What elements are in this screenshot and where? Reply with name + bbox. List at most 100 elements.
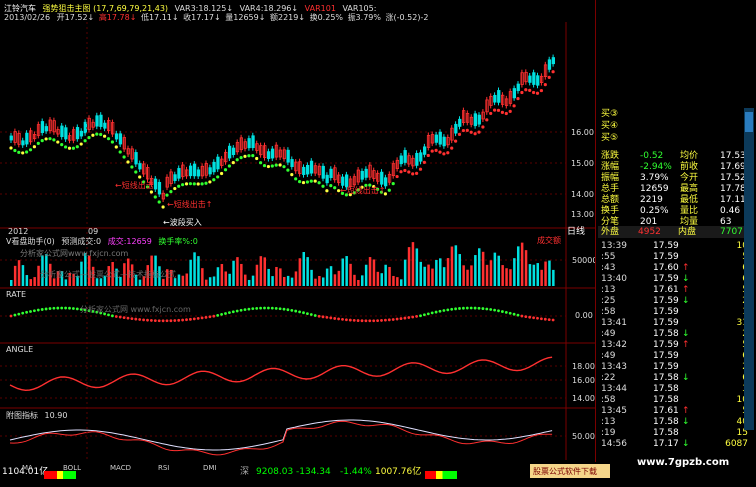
candle-body bbox=[83, 121, 87, 134]
rate-dot bbox=[189, 317, 192, 321]
signal-dot bbox=[282, 165, 286, 169]
rate-dot bbox=[56, 306, 60, 310]
volume-bar bbox=[337, 270, 341, 286]
volume-bar bbox=[189, 259, 192, 286]
rate-dot bbox=[239, 308, 243, 312]
signal-dot bbox=[454, 139, 458, 143]
volume-bar bbox=[407, 247, 411, 286]
volume-bar bbox=[415, 248, 419, 286]
signal-dot bbox=[83, 139, 87, 143]
sub-pane-title: 附图指标 bbox=[6, 411, 38, 420]
rate-dot bbox=[547, 318, 551, 322]
volume-bar bbox=[528, 264, 532, 286]
rate-dot bbox=[551, 318, 555, 322]
rate-dot bbox=[356, 319, 360, 322]
buy-row-3: 买③ bbox=[601, 109, 619, 119]
volume-bar bbox=[13, 265, 17, 286]
rate-dot bbox=[142, 318, 146, 322]
volume-bar bbox=[442, 267, 446, 286]
volume-bar bbox=[462, 265, 465, 286]
candle-body bbox=[173, 174, 177, 181]
signal-dot bbox=[477, 130, 481, 134]
candle-body bbox=[458, 118, 462, 127]
signal-dot bbox=[106, 137, 111, 141]
signal-dot bbox=[200, 182, 204, 186]
volume-bar bbox=[259, 256, 263, 286]
day-line-tab[interactable]: 日线 bbox=[567, 228, 585, 237]
signal-dot bbox=[67, 146, 72, 150]
signal-dot bbox=[294, 177, 298, 181]
signal-dot bbox=[32, 145, 37, 149]
candle-body bbox=[360, 170, 364, 180]
candle-body bbox=[153, 178, 158, 190]
rate-dot bbox=[267, 306, 270, 310]
signal-dot bbox=[391, 182, 395, 186]
rate-pane-title: RATE bbox=[6, 290, 27, 299]
candle-body bbox=[532, 72, 536, 85]
rate-dot bbox=[524, 315, 528, 319]
signal-dot bbox=[520, 90, 524, 95]
ad-box[interactable]: 股票公式软件下载 bbox=[530, 464, 610, 478]
signal-dot bbox=[52, 138, 56, 142]
volume-bar bbox=[470, 265, 473, 286]
rate-dot bbox=[235, 309, 239, 313]
signal-dot bbox=[64, 145, 68, 149]
volume-bar bbox=[364, 264, 368, 286]
volume-bar bbox=[283, 276, 286, 286]
volume-bar bbox=[52, 278, 56, 286]
signal-dot bbox=[161, 205, 165, 209]
rate-dot bbox=[185, 318, 188, 322]
rate-dot bbox=[501, 310, 504, 313]
price-ylabel-16: 16.00 bbox=[571, 128, 594, 137]
indicator-tab-macd[interactable]: MACD bbox=[110, 464, 131, 473]
annotation-short-3: ←短线出击↑ bbox=[340, 186, 386, 195]
rate-dot bbox=[477, 306, 481, 310]
candle-body bbox=[231, 147, 236, 155]
sub-line-2 bbox=[9, 420, 553, 456]
volume-bar bbox=[267, 268, 270, 286]
volume-bar bbox=[318, 275, 321, 286]
signal-dot bbox=[165, 193, 169, 197]
shen-breadth-bar bbox=[425, 471, 457, 479]
volume-bar bbox=[372, 259, 376, 286]
signal-dot bbox=[103, 134, 107, 138]
candle-body bbox=[227, 145, 232, 159]
signal-dot bbox=[489, 111, 493, 116]
price-ylabel-13: 13.00 bbox=[571, 210, 594, 219]
rate-dot bbox=[278, 307, 282, 311]
rate-dot bbox=[348, 318, 352, 322]
signal-dot bbox=[422, 160, 426, 164]
volume-bar bbox=[21, 265, 25, 286]
volume-label: 成交: bbox=[107, 237, 127, 246]
candle-body bbox=[536, 75, 540, 86]
signal-dot bbox=[40, 139, 44, 143]
signal-dot bbox=[286, 168, 290, 172]
indicator-tab-dmi[interactable]: DMI bbox=[203, 464, 217, 473]
candlestick-series bbox=[9, 54, 555, 202]
candle-body bbox=[302, 166, 306, 175]
rate-dot bbox=[364, 319, 368, 323]
volume-bar bbox=[423, 266, 426, 286]
scrollbar-thumb[interactable] bbox=[745, 112, 753, 132]
vertical-scrollbar[interactable] bbox=[744, 108, 754, 430]
candle-body bbox=[309, 160, 314, 174]
candle-body bbox=[103, 122, 107, 129]
signal-dot bbox=[329, 184, 333, 188]
rate-ylabel: 0.00 bbox=[575, 311, 593, 320]
volume-bar bbox=[298, 258, 302, 286]
rate-dot bbox=[204, 315, 208, 319]
volume-bar bbox=[173, 278, 177, 286]
candle-body bbox=[44, 126, 48, 132]
volume-bar bbox=[251, 275, 255, 286]
candle-body bbox=[473, 113, 478, 127]
signal-dot bbox=[528, 88, 532, 92]
volume-bar bbox=[520, 242, 524, 286]
rate-dot bbox=[399, 317, 403, 320]
volume-bar bbox=[216, 267, 220, 286]
candle-body bbox=[196, 169, 201, 177]
indicator-tab-rsi[interactable]: RSI bbox=[158, 464, 169, 473]
rate-dot bbox=[60, 306, 64, 310]
signal-dot bbox=[512, 104, 516, 108]
volume-bar bbox=[403, 259, 407, 286]
signal-dot bbox=[430, 149, 434, 153]
